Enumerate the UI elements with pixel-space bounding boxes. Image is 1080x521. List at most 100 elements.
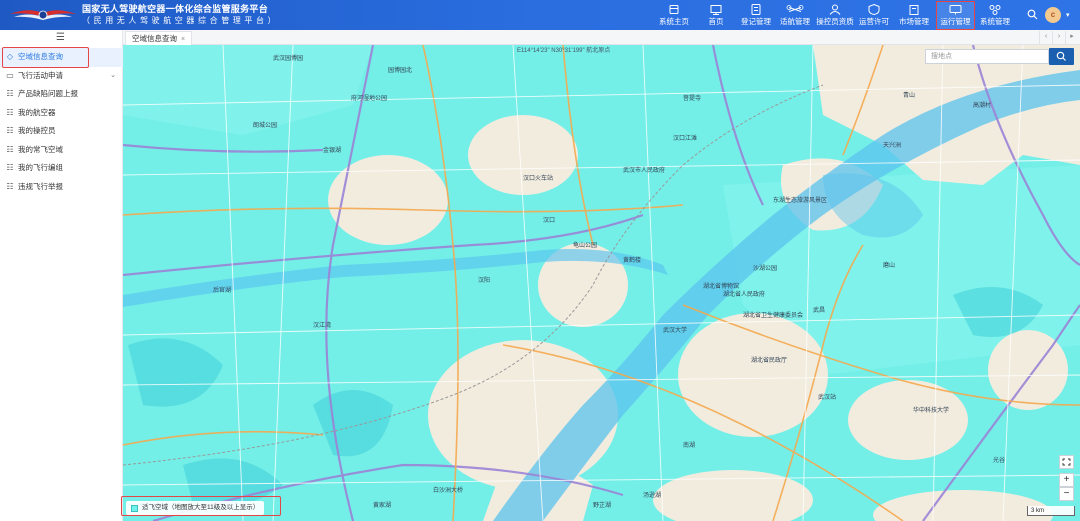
search-icon [1056,51,1066,61]
map-search-input[interactable]: 搜地点 [925,49,1049,64]
map-label: 湖北省卫生健康委员会 [743,313,804,319]
nav-label: 市场管理 [899,17,929,26]
tab-airspace-query[interactable]: 空域信息查询 × [125,31,193,45]
airspace-map[interactable]: 园博园北 府河湿地公园 菩提寺 朗城公园 汉口江滩 武汉市人民政府 汉口火车站 … [123,45,1080,521]
sidebar-item-airspace-query[interactable]: ◇ 空域信息查询 [0,48,123,67]
map-label: 府河湿地公园 [351,96,388,102]
airspace-icon: ◇ [6,52,14,61]
nav-system-home[interactable]: 系统主页 [656,2,692,29]
map-label: 园博园北 [388,68,413,74]
market-icon [909,5,919,15]
platform-title: 国家无人驾驶航空器一体化综合监管服务平台 （民用无人驾驶航空器综合管理平台） [82,4,279,26]
map-label: 华中科技大学 [913,408,950,414]
search-icon[interactable] [1027,9,1038,20]
list-icon: ☷ [6,163,14,172]
map-label: 武汉市人民政府 [623,168,666,174]
map-label: 湖北省民政厅 [751,358,788,364]
sidebar-item-violation-report[interactable]: ☷ 违规飞行举报 [0,178,123,197]
coordinate-readout: E114°14'23" N30°31'199" 航北原点 [517,48,611,54]
sidebar-item-label: 我的操控员 [18,126,56,135]
map-label: 磨山 [883,263,896,269]
tab-scroll-left-icon[interactable]: ‹ [1039,31,1052,44]
map-label: 龟山公园 [573,243,598,249]
platform-logo [10,10,76,20]
register-icon [751,4,761,15]
drone-icon [786,5,804,12]
nav-operation-management[interactable]: 运行管理 [936,1,975,30]
nav-label: 适航管理 [780,17,810,26]
map-label: 野芷湖 [593,503,612,509]
shield-icon [868,3,880,16]
map-label: 汉阳 [478,278,491,284]
nav-market[interactable]: 市场管理 [896,2,932,29]
sidebar-item-label: 空域信息查询 [18,52,63,61]
nav-label: 运行管理 [940,17,971,26]
map-label: 金银湖 [323,148,342,154]
tab-more-icon[interactable]: ▸ [1065,31,1078,44]
nav-system-management[interactable]: 系统管理 [977,2,1013,29]
map-canvas [123,45,1080,521]
sidebar-item-label: 我的航空器 [18,107,56,117]
map-label: 高潮村 [973,103,992,109]
user-avatar[interactable]: c [1045,7,1061,23]
map-label: 湖北省人民政府 [723,292,766,298]
zoom-in-button[interactable]: + [1059,473,1074,487]
map-label: 武汉园博园 [273,56,304,62]
sidebar-item-flight-application[interactable]: ▭ 飞行活动申请 ⌄ [0,67,123,86]
sidebar-item-defect-report[interactable]: ☷ 产品缺陷问题上报 [0,85,123,104]
nav-airworthiness[interactable]: 适航管理 [778,2,812,29]
map-search-button[interactable] [1049,48,1074,65]
map-label: 汉江湾 [313,323,332,329]
map-label: 武汉站 [818,395,837,401]
nav-home[interactable]: 首页 [702,2,730,29]
sidebar-item-label: 产品缺陷问题上报 [18,89,78,98]
monitor-icon [710,5,722,15]
platform-title-main: 国家无人驾驶航空器一体化综合监管服务平台 [82,4,269,14]
sidebar-item-my-operators[interactable]: ☷ 我的操控员 [0,122,123,141]
tab-scroll-right-icon[interactable]: › [1052,31,1065,44]
map-label: 黄家湖 [373,503,392,509]
nav-label: 系统主页 [659,17,689,26]
fullscreen-icon [1062,458,1071,466]
legend-label: 适飞空域（地图放大至11级及以上显示） [142,504,260,511]
map-label: 沙湖公园 [753,266,778,272]
list-icon: ☷ [6,144,14,154]
map-label: 东湖生态旅游风景区 [773,198,828,204]
nav-register[interactable]: 登记管理 [737,2,775,29]
map-label: 汉口 [543,218,556,224]
nav-label: 登记管理 [741,17,771,26]
list-icon: ☷ [6,89,14,98]
map-label: 菩提寺 [683,96,702,102]
nav-operator-qualification[interactable]: 操控员资质 [815,2,855,29]
map-label: 朗城公园 [253,123,278,129]
chevron-down-icon[interactable]: ▾ [1066,11,1070,19]
map-label: 武昌 [813,308,826,314]
folder-icon: ▭ [6,70,14,80]
tab-label: 空域信息查询 [132,34,177,43]
map-label: 后官湖 [213,288,232,294]
map-scale-bar: 3 km [1027,506,1075,516]
map-label: 黄鹤楼 [623,258,642,264]
map-label: 南湖 [683,443,696,449]
sidebar-item-my-flight-group[interactable]: ☷ 我的飞行编组 [0,159,123,178]
nav-operation-license[interactable]: 运营许可 [857,2,891,29]
sidebar-menu: ◇ 空域信息查询 ▭ 飞行活动申请 ⌄ ☷ 产品缺陷问题上报 ☷ 我的航空器 ☷… [0,48,123,196]
sidebar-item-my-aircraft[interactable]: ☷ 我的航空器 [0,104,123,123]
nav-label: 系统管理 [980,17,1010,26]
sidebar-item-my-airspace[interactable]: ☷ 我的常飞空域 [0,141,123,160]
zoom-out-button[interactable]: − [1059,487,1074,501]
menu-collapse-icon[interactable]: ☰ [56,32,65,43]
sidebar: ☰ ◇ 空域信息查询 ▭ 飞行活动申请 ⌄ ☷ 产品缺陷问题上报 ☷ 我的航空器… [0,30,123,521]
map-label: 汤逊湖 [643,493,662,499]
nav-label: 操控员资质 [816,17,854,26]
nav-label: 首页 [708,17,724,26]
operator-icon [829,4,841,15]
list-icon: ☷ [6,181,14,191]
system-icon [989,5,1001,15]
map-label: 天兴洲 [883,143,902,149]
map-label: 光谷 [993,458,1006,464]
map-label: 汉口火车站 [523,176,554,182]
close-icon[interactable]: × [181,36,185,43]
home-page-icon [669,5,679,14]
map-fullscreen-icon[interactable] [1059,455,1074,469]
